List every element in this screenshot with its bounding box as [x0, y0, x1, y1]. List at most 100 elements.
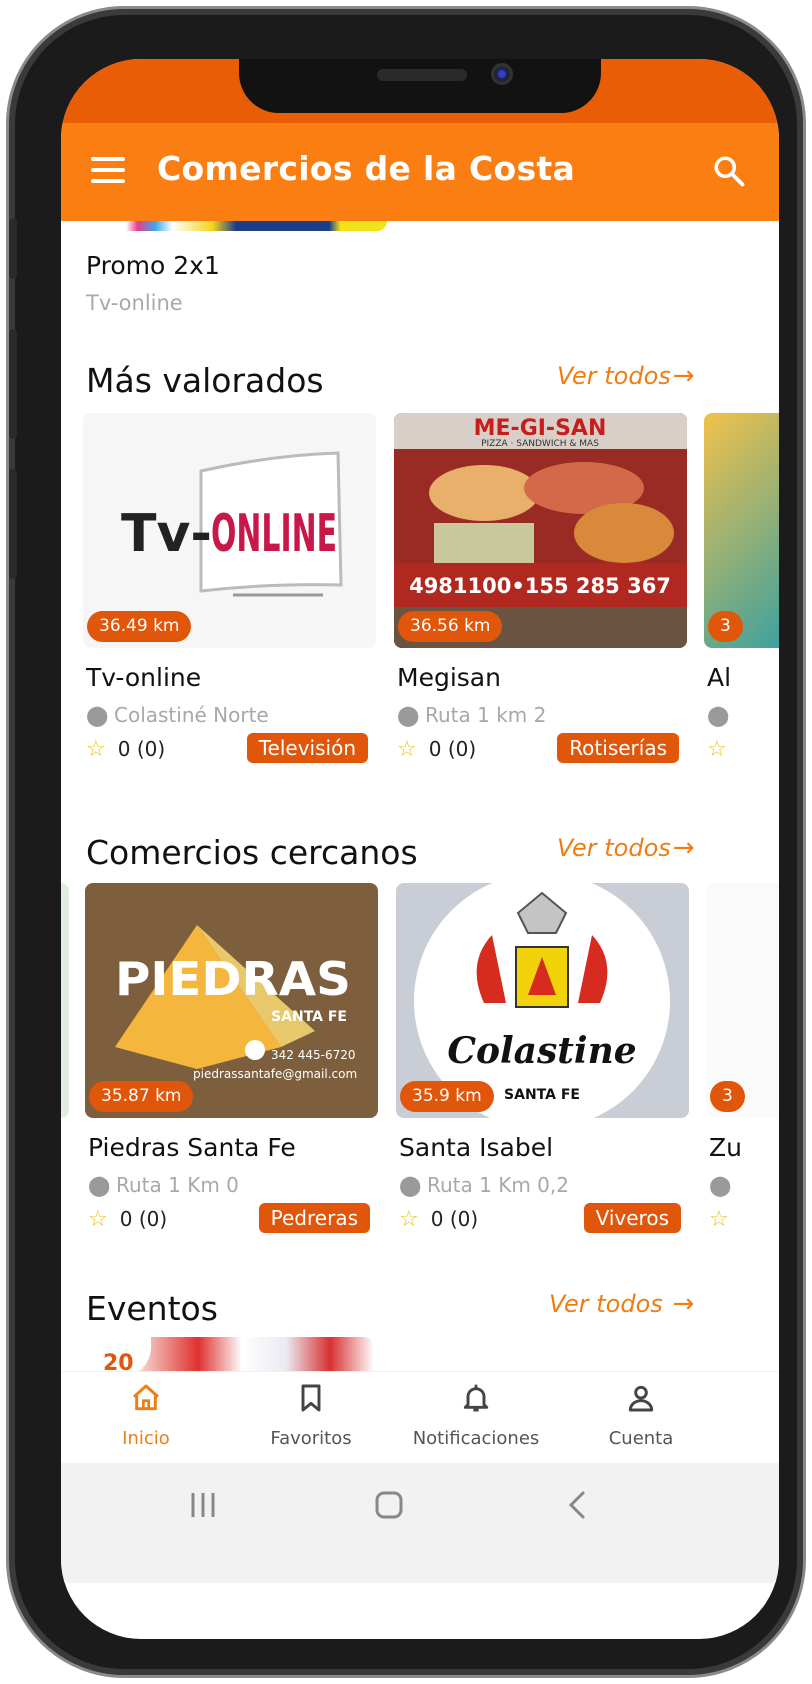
distance-badge: 36.49 km: [87, 611, 192, 642]
distance-badge: 3: [708, 611, 743, 642]
arrow-right-icon: →: [672, 1289, 695, 1319]
location-text: Ruta 1 Km 0,2: [427, 1173, 569, 1197]
recent-apps-icon[interactable]: [173, 1485, 233, 1525]
business-card-partial[interactable]: 3 Al ⬤ ☆: [704, 413, 779, 773]
see-all-label: Ver todos: [549, 1290, 663, 1318]
search-icon[interactable]: [711, 153, 747, 189]
notch: [239, 59, 601, 113]
bell-icon: [463, 1384, 489, 1412]
location-pin-icon: ⬤: [397, 703, 420, 727]
business-location: ⬤ Ruta 1 km 2: [397, 703, 546, 727]
svg-text:SANTA FE: SANTA FE: [504, 1087, 580, 1103]
svg-text:SANTA FE: SANTA FE: [271, 1009, 347, 1025]
business-name: Al: [707, 663, 732, 692]
nav-item-notificaciones[interactable]: Notificaciones: [391, 1372, 561, 1464]
app-bar: Comercios de la Costa: [61, 123, 779, 221]
see-all-top-rated-link[interactable]: Ver todos→: [557, 361, 695, 391]
business-card-partial-left[interactable]: [61, 883, 69, 1119]
business-card-partial[interactable]: 3 Zu ⬤ ☆: [706, 883, 779, 1243]
rating-text: 0 (0): [428, 737, 477, 761]
phone-frame: Comercios de la Costa Promo 2x1 Tv-onlin…: [6, 6, 806, 1678]
category-badge[interactable]: Pedreras: [258, 1203, 370, 1233]
business-image: ME-GI-SAN PIZZA · SANDWICH & MAS 4981100…: [394, 413, 687, 648]
section-title-nearby: Comercios cercanos: [86, 833, 418, 872]
app-title: Comercios de la Costa: [157, 149, 576, 188]
business-rating: ☆: [709, 1207, 741, 1232]
business-image: 3: [704, 413, 779, 648]
mute-switch: [9, 219, 17, 279]
svg-text:ME-GI-SAN: ME-GI-SAN: [474, 416, 607, 441]
business-rating: ☆ 0 (0): [86, 737, 165, 762]
business-name: Tv-online: [86, 663, 202, 692]
bookmark-icon: [301, 1384, 321, 1412]
business-image: PIEDRAS SANTA FE 342 445-6720 piedrassan…: [85, 883, 378, 1118]
svg-text:piedrassantafe@gmail.com: piedrassantafe@gmail.com: [193, 1067, 357, 1081]
business-rating: ☆ 0 (0): [88, 1207, 167, 1232]
star-icon: ☆: [399, 1207, 419, 1232]
business-rating: ☆ 0 (0): [399, 1207, 478, 1232]
person-icon: [628, 1385, 654, 1412]
svg-text:4981100•155 285 367: 4981100•155 285 367: [409, 574, 671, 598]
svg-text:Tv-: Tv-: [121, 504, 212, 564]
business-location: ⬤ Ruta 1 Km 0: [88, 1173, 239, 1197]
nav-item-cuenta[interactable]: Cuenta: [556, 1372, 726, 1464]
promo-title: Promo 2x1: [86, 251, 220, 280]
business-name: Zu: [709, 1133, 742, 1162]
bottom-navigation: Inicio Favoritos Notificaciones Cuenta: [61, 1371, 779, 1463]
distance-badge: 36.56 km: [398, 611, 503, 642]
category-badge[interactable]: Viveros: [583, 1203, 681, 1233]
promo-subtitle: Tv-online: [86, 291, 183, 315]
distance-badge: 3: [710, 1081, 745, 1112]
promo-image: [97, 221, 387, 231]
business-name: Megisan: [397, 663, 501, 692]
nav-item-inicio[interactable]: Inicio: [61, 1372, 231, 1464]
svg-text:Colastine: Colastine: [447, 1030, 636, 1072]
screen: Comercios de la Costa Promo 2x1 Tv-onlin…: [61, 59, 779, 1639]
svg-text:PIEDRAS: PIEDRAS: [115, 952, 351, 1006]
category-badge[interactable]: Rotiserías: [557, 733, 679, 763]
home-icon: [133, 1384, 159, 1411]
back-icon[interactable]: [547, 1485, 607, 1525]
speaker-grille: [377, 69, 467, 81]
section-title-top-rated: Más valorados: [86, 361, 324, 400]
business-image: 3: [706, 883, 779, 1118]
svg-text:ONLINE: ONLINE: [211, 504, 337, 564]
see-all-label: Ver todos: [557, 834, 671, 862]
location-text: Ruta 1 Km 0: [116, 1173, 239, 1197]
nav-label: Cuenta: [608, 1428, 674, 1449]
business-location: ⬤: [709, 1173, 737, 1197]
system-navigation-bar: [61, 1463, 779, 1583]
category-badge[interactable]: Televisión: [246, 733, 368, 763]
location-pin-icon: ⬤: [399, 1173, 422, 1197]
business-location: ⬤ Colastiné Norte: [86, 703, 269, 727]
star-icon: ☆: [707, 737, 727, 762]
rating-text: 0 (0): [119, 1207, 168, 1231]
business-rating: ☆ 0 (0): [397, 737, 476, 762]
nav-label: Favoritos: [270, 1428, 352, 1449]
location-pin-icon: ⬤: [88, 1173, 111, 1197]
volume-down-button: [9, 469, 17, 579]
home-button-icon[interactable]: [359, 1485, 419, 1525]
arrow-right-icon: →: [672, 361, 695, 391]
star-icon: ☆: [397, 737, 417, 762]
volume-up-button: [9, 329, 17, 439]
star-icon: ☆: [86, 737, 106, 762]
distance-badge: 35.9 km: [400, 1081, 494, 1112]
star-icon: ☆: [709, 1207, 729, 1232]
section-title-events: Eventos: [86, 1289, 218, 1328]
see-all-events-link[interactable]: Ver todos →: [549, 1289, 694, 1319]
business-image: Tv- ONLINE 36.49 km: [83, 413, 376, 648]
svg-text:PIZZA · SANDWICH & MAS: PIZZA · SANDWICH & MAS: [481, 439, 599, 449]
business-location: ⬤ Ruta 1 Km 0,2: [399, 1173, 569, 1197]
see-all-nearby-link[interactable]: Ver todos→: [557, 833, 695, 863]
distance-badge: 35.87 km: [89, 1081, 194, 1112]
hamburger-menu-icon[interactable]: [91, 157, 125, 183]
location-text: Ruta 1 km 2: [425, 703, 547, 727]
business-rating: ☆: [707, 737, 739, 762]
rating-text: 0 (0): [117, 737, 166, 761]
location-pin-icon: ⬤: [86, 703, 109, 727]
business-image: [61, 883, 69, 1118]
nav-item-favoritos[interactable]: Favoritos: [226, 1372, 396, 1464]
location-text: Colastiné Norte: [114, 703, 269, 727]
nav-label: Notificaciones: [412, 1428, 540, 1449]
